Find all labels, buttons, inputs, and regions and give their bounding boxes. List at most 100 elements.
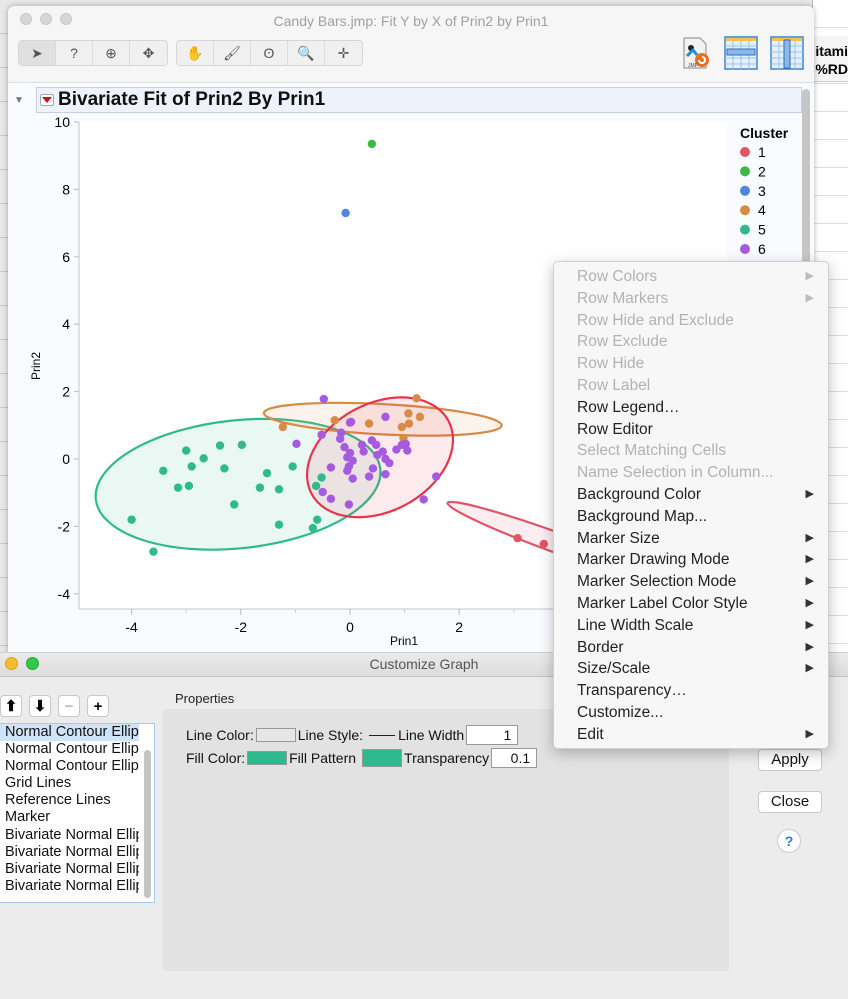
point-cluster-6[interactable] <box>326 463 336 472</box>
legend-label[interactable]: 5 <box>758 222 766 238</box>
add-button[interactable]: + <box>87 695 109 717</box>
point-cluster-5[interactable] <box>288 462 297 471</box>
line-width-input[interactable]: 1 <box>466 725 519 745</box>
point-cluster-5[interactable] <box>149 547 158 556</box>
layer-list-scrollbar[interactable] <box>144 750 151 898</box>
point-cluster-5[interactable] <box>127 515 136 524</box>
point-cluster-4[interactable] <box>404 419 414 428</box>
point-cluster-4[interactable] <box>364 419 374 428</box>
line-color-swatch[interactable] <box>255 728 296 742</box>
help-button[interactable]: ? <box>777 829 801 853</box>
layer-list-item[interactable]: Bivariate Normal Ellipse <box>0 878 139 895</box>
menu-item-transparency[interactable]: Transparency… <box>554 680 828 702</box>
fill-color-swatch[interactable] <box>247 751 288 765</box>
point-cluster-6[interactable] <box>318 487 327 497</box>
move-up-button[interactable]: ⬆ <box>0 695 22 717</box>
menu-item-marker-size[interactable]: Marker Size ▶ <box>554 528 828 550</box>
point-cluster-6[interactable] <box>419 495 428 504</box>
menu-item-marker-label-color-style[interactable]: Marker Label Color Style ▶ <box>554 593 828 615</box>
point-cluster-4[interactable] <box>330 416 339 425</box>
legend-label[interactable]: 6 <box>758 241 766 257</box>
layer-list-item[interactable]: Bivariate Normal Ellipse <box>0 844 139 861</box>
legend-label[interactable]: 2 <box>758 163 766 179</box>
menu-item-marker-drawing-mode[interactable]: Marker Drawing Mode ▶ <box>554 549 828 571</box>
point-cluster-5[interactable] <box>182 446 191 455</box>
point-cluster-1[interactable] <box>513 533 522 543</box>
graph-layer-list[interactable]: Normal Contour EllipseNormal Contour Ell… <box>0 723 155 903</box>
fill-pattern-swatch[interactable] <box>362 749 403 767</box>
layer-list-item[interactable]: Reference Lines <box>0 792 139 809</box>
layer-list-item[interactable]: Grid Lines <box>0 775 139 792</box>
layer-list-item[interactable]: Bivariate Normal Ellipse <box>0 861 139 878</box>
point-cluster-4[interactable] <box>412 394 421 403</box>
point-cluster-5[interactable] <box>274 520 284 529</box>
point-cluster-6[interactable] <box>340 443 349 452</box>
point-cluster-5[interactable] <box>308 523 318 533</box>
point-cluster-6[interactable] <box>348 456 357 465</box>
move-down-button[interactable]: ⬇ <box>29 695 51 717</box>
point-cluster-5[interactable] <box>220 464 229 473</box>
point-cluster-5[interactable] <box>311 481 321 491</box>
menu-item-border[interactable]: Border ▶ <box>554 637 828 659</box>
layer-list-item[interactable]: Normal Contour Ellipse <box>0 741 139 758</box>
transparency-input[interactable]: 0.1 <box>491 748 538 768</box>
line-style-selector[interactable] <box>369 734 396 736</box>
legend-label[interactable]: 4 <box>758 202 766 218</box>
point-cluster-6[interactable] <box>348 474 357 483</box>
point-cluster-5[interactable] <box>237 440 247 450</box>
legend-marker-6[interactable] <box>740 244 750 254</box>
point-cluster-5[interactable] <box>313 515 322 524</box>
point-cluster-6[interactable] <box>403 446 412 455</box>
point-cluster-6[interactable] <box>378 447 387 456</box>
layer-list-item[interactable]: Normal Contour Ellipse <box>0 758 139 775</box>
menu-item-size-scale[interactable]: Size/Scale ▶ <box>554 658 828 680</box>
point-cluster-5[interactable] <box>215 441 225 450</box>
legend-marker-3[interactable] <box>740 185 750 196</box>
point-cluster-6[interactable] <box>335 434 345 443</box>
point-cluster-2[interactable] <box>367 139 377 149</box>
point-cluster-5[interactable] <box>184 481 194 491</box>
point-cluster-6[interactable] <box>344 500 354 509</box>
point-cluster-6[interactable] <box>368 464 378 473</box>
point-cluster-6[interactable] <box>319 394 328 404</box>
point-cluster-1[interactable] <box>539 539 549 549</box>
point-cluster-4[interactable] <box>404 409 413 418</box>
point-cluster-5[interactable] <box>274 485 284 494</box>
close-button[interactable]: Close <box>758 791 822 813</box>
point-cluster-5[interactable] <box>317 473 326 482</box>
point-cluster-5[interactable] <box>230 500 239 509</box>
point-cluster-4[interactable] <box>415 412 425 422</box>
point-cluster-5[interactable] <box>255 483 265 492</box>
point-cluster-6[interactable] <box>343 466 352 475</box>
legend-label[interactable]: 3 <box>758 183 766 199</box>
menu-item-customize[interactable]: Customize... <box>554 702 828 724</box>
point-cluster-5[interactable] <box>173 483 183 492</box>
point-cluster-6[interactable] <box>432 472 441 481</box>
point-cluster-6[interactable] <box>385 458 394 468</box>
apply-button[interactable]: Apply <box>758 749 822 771</box>
point-cluster-4[interactable] <box>278 422 288 432</box>
point-cluster-5[interactable] <box>159 466 168 475</box>
menu-item-marker-selection-mode[interactable]: Marker Selection Mode ▶ <box>554 571 828 593</box>
menu-item-line-width-scale[interactable]: Line Width Scale ▶ <box>554 615 828 637</box>
point-cluster-6[interactable] <box>372 440 381 450</box>
point-cluster-5[interactable] <box>187 462 196 471</box>
legend-label[interactable]: 1 <box>758 144 766 160</box>
layer-list-item[interactable]: Bivariate Normal Ellipse <box>0 827 139 844</box>
point-cluster-6[interactable] <box>317 430 326 439</box>
point-cluster-5[interactable] <box>262 468 272 478</box>
point-cluster-6[interactable] <box>359 447 368 456</box>
point-cluster-6[interactable] <box>346 417 356 427</box>
menu-item-background-color[interactable]: Background Color ▶ <box>554 484 828 506</box>
point-cluster-5[interactable] <box>199 454 208 463</box>
menu-item-row-legend[interactable]: Row Legend… <box>554 397 828 419</box>
point-cluster-6[interactable] <box>381 469 390 479</box>
layer-list-item[interactable]: Marker <box>0 809 139 826</box>
menu-item-edit[interactable]: Edit ▶ <box>554 724 828 746</box>
point-cluster-6[interactable] <box>364 472 374 481</box>
legend-marker-5[interactable] <box>740 224 750 235</box>
legend-marker-4[interactable] <box>740 205 750 216</box>
menu-item-row-editor[interactable]: Row Editor <box>554 419 828 441</box>
legend-marker-1[interactable] <box>740 147 750 157</box>
legend-marker-2[interactable] <box>740 166 750 177</box>
